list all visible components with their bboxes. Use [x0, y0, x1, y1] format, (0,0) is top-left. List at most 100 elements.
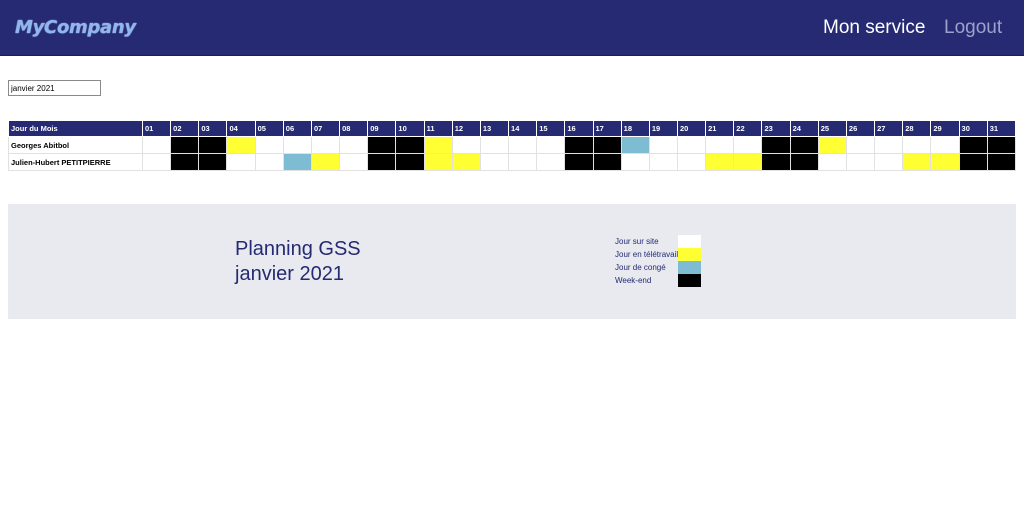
header-day: 27	[874, 120, 904, 137]
month-selector-input[interactable]	[8, 80, 101, 96]
legend-swatch-tele	[678, 248, 701, 261]
header-day: 11	[423, 120, 453, 137]
day-cell-weekend[interactable]	[958, 153, 988, 171]
day-cell-weekend[interactable]	[395, 136, 425, 154]
day-cell-conge[interactable]	[282, 153, 312, 171]
header-day: 16	[564, 120, 594, 137]
day-cell-weekend[interactable]	[986, 136, 1017, 154]
day-cell-site[interactable]	[874, 153, 904, 171]
header-day: 17	[592, 120, 622, 137]
day-cell-site[interactable]	[508, 136, 538, 154]
day-cell-site[interactable]	[648, 153, 678, 171]
day-cell-site[interactable]	[282, 136, 312, 154]
day-cell-tele[interactable]	[423, 153, 453, 171]
day-cell-site[interactable]	[339, 153, 369, 171]
day-cell-site[interactable]	[648, 136, 678, 154]
day-cell-site[interactable]	[845, 136, 876, 154]
header-day: 22	[733, 120, 763, 137]
day-cell-tele[interactable]	[705, 153, 735, 171]
day-cell-site[interactable]	[817, 153, 847, 171]
day-cell-site[interactable]	[620, 153, 650, 171]
day-cell-weekend[interactable]	[367, 136, 397, 154]
day-cell-site[interactable]	[536, 153, 566, 171]
header-jour-du-mois: Jour du Mois	[8, 120, 143, 137]
day-cell-tele[interactable]	[451, 153, 481, 171]
planning-title: Planning GSS janvier 2021	[235, 237, 361, 287]
day-cell-conge[interactable]	[620, 136, 650, 154]
planning-title-line1: Planning GSS	[235, 238, 361, 260]
day-cell-tele[interactable]	[226, 136, 256, 154]
legend-label: Jour en télétravail	[615, 250, 679, 259]
planning-title-line2: janvier 2021	[235, 263, 344, 285]
header-day: 07	[310, 120, 341, 137]
day-cell-site[interactable]	[479, 136, 510, 154]
header-day: 03	[198, 120, 228, 137]
header-day: 04	[226, 120, 256, 137]
legend-item-tele: Jour en télétravail	[615, 248, 705, 261]
day-cell-weekend[interactable]	[170, 136, 200, 154]
day-cell-weekend[interactable]	[170, 153, 200, 171]
day-cell-site[interactable]	[310, 136, 341, 154]
header-day: 13	[479, 120, 510, 137]
day-cell-weekend[interactable]	[761, 153, 791, 171]
day-cell-site[interactable]	[733, 136, 763, 154]
day-cell-site[interactable]	[874, 136, 904, 154]
header-day: 02	[170, 120, 200, 137]
day-cell-site[interactable]	[141, 153, 172, 171]
day-cell-site[interactable]	[254, 153, 284, 171]
day-cell-site[interactable]	[254, 136, 284, 154]
header-day: 23	[761, 120, 791, 137]
day-cell-site[interactable]	[479, 153, 510, 171]
day-cell-weekend[interactable]	[958, 136, 988, 154]
day-cell-weekend[interactable]	[564, 136, 594, 154]
day-cell-weekend[interactable]	[564, 153, 594, 171]
day-cell-weekend[interactable]	[789, 136, 819, 154]
day-cell-site[interactable]	[705, 136, 735, 154]
header-day: 14	[508, 120, 538, 137]
brand-logo[interactable]: MyCompany	[15, 17, 136, 38]
nav-link-logout[interactable]: Logout	[944, 17, 1002, 39]
day-cell-weekend[interactable]	[367, 153, 397, 171]
day-cell-weekend[interactable]	[592, 153, 622, 171]
day-cell-site[interactable]	[902, 136, 932, 154]
header-day: 25	[817, 120, 847, 137]
day-cell-site[interactable]	[226, 153, 256, 171]
day-cell-weekend[interactable]	[986, 153, 1017, 171]
day-cell-site[interactable]	[508, 153, 538, 171]
legend-swatch-weekend	[678, 274, 701, 287]
day-cell-weekend[interactable]	[761, 136, 791, 154]
day-cell-tele[interactable]	[930, 153, 960, 171]
day-cell-weekend[interactable]	[395, 153, 425, 171]
day-cell-site[interactable]	[339, 136, 369, 154]
header-day: 01	[141, 120, 172, 137]
employee-name: Julien-Hubert PETITPIERRE	[8, 153, 143, 171]
day-cell-site[interactable]	[845, 153, 876, 171]
header-day: 21	[705, 120, 735, 137]
header-day: 18	[620, 120, 650, 137]
day-cell-tele[interactable]	[817, 136, 847, 154]
nav-link-mon-service[interactable]: Mon service	[823, 17, 925, 39]
header-day: 30	[958, 120, 988, 137]
navbar: MyCompany Mon service Logout	[0, 0, 1024, 56]
legend-label: Week-end	[615, 276, 652, 285]
day-cell-weekend[interactable]	[198, 136, 228, 154]
day-cell-tele[interactable]	[423, 136, 453, 154]
legend-label: Jour de congé	[615, 263, 666, 272]
legend: Jour sur site Jour en télétravail Jour d…	[615, 235, 705, 287]
day-cell-site[interactable]	[141, 136, 172, 154]
day-cell-site[interactable]	[930, 136, 960, 154]
header-day: 20	[676, 120, 707, 137]
day-cell-tele[interactable]	[310, 153, 341, 171]
day-cell-site[interactable]	[676, 136, 707, 154]
day-cell-tele[interactable]	[902, 153, 932, 171]
day-cell-weekend[interactable]	[789, 153, 819, 171]
day-cell-tele[interactable]	[733, 153, 763, 171]
day-cell-site[interactable]	[536, 136, 566, 154]
day-cell-weekend[interactable]	[198, 153, 228, 171]
day-cell-site[interactable]	[451, 136, 481, 154]
day-cell-weekend[interactable]	[592, 136, 622, 154]
legend-item-site: Jour sur site	[615, 235, 705, 248]
day-cell-site[interactable]	[676, 153, 707, 171]
legend-label: Jour sur site	[615, 237, 659, 246]
planning-table: Jour du Mois 01 02 03 04 05 06 07 08 09 10 11 12 13 1…	[8, 120, 1017, 171]
